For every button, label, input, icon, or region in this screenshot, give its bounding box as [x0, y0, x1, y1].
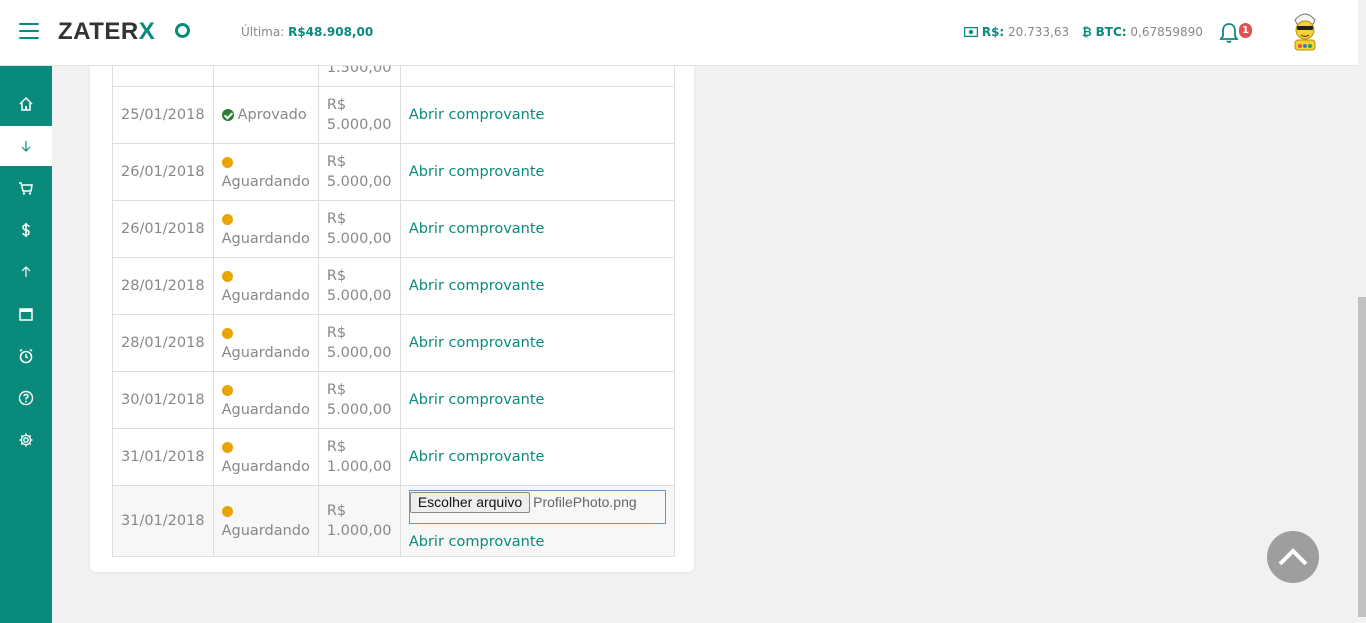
status-cell: Aguardando: [212, 371, 319, 429]
date-cell: 26/01/2018: [112, 143, 214, 201]
arrow-down-icon: [21, 141, 31, 152]
dollar-icon: [22, 223, 30, 237]
table-row: 26/01/2018 Aguardando R$ 5.000,00 Abrir c…: [112, 200, 675, 258]
choose-file-button[interactable]: Escolher arquivo: [409, 492, 531, 513]
link-cell: Abrir comprovante: [399, 428, 675, 486]
date-cell: 31/01/2018: [112, 485, 214, 557]
last-price: Última: R$48.908,00: [241, 25, 374, 39]
open-receipt-link[interactable]: Abrir comprovante: [409, 164, 545, 180]
pending-dot-icon: [221, 213, 233, 225]
logo-ring-icon: [175, 23, 190, 38]
amount-cell: R$ 5.000,00: [317, 314, 401, 372]
open-receipt-link[interactable]: Abrir comprovante: [409, 107, 545, 123]
top-bar: ZATERX Última: R$48.908,00 R$: 20.733,63…: [0, 0, 1358, 66]
sidebar-item-help[interactable]: [0, 378, 52, 418]
pending-dot-icon: [221, 384, 233, 396]
status-cell: Aguardando: [212, 143, 319, 201]
status-cell: Aguardando: [212, 314, 319, 372]
amount-cell: R$ 1.000,00: [317, 428, 401, 486]
status-cell: Aguardando: [212, 485, 319, 557]
date-cell: 28/01/2018: [112, 314, 214, 372]
scrollbar-thumb[interactable]: [1358, 297, 1366, 617]
amount-cell: R$ 5.000,00: [317, 257, 401, 315]
open-receipt-link[interactable]: Abrir comprovante: [409, 534, 545, 550]
table-row: 31/01/2018 Aguardando R$ 1.000,00 Escolhe…: [112, 485, 675, 557]
check-icon: [221, 109, 234, 121]
amount-cell: R$ 5.000,00: [317, 371, 401, 429]
link-cell: Abrir comprovante: [399, 143, 675, 201]
sidebar-item-cart[interactable]: [0, 168, 52, 208]
table-row: 25/01/2018 Aprovado R$ 5.000,00 Abrir com…: [112, 86, 675, 144]
date-cell: 31/01/2018: [112, 428, 214, 486]
notification-badge: 1: [1239, 23, 1252, 38]
link-cell: Abrir comprovante: [399, 314, 675, 372]
table-row: 26/01/2018 Aguardando R$ 5.000,00 Abrir c…: [112, 143, 675, 201]
pending-dot-icon: [221, 441, 233, 453]
link-cell: Abrir comprovante: [399, 371, 675, 429]
gear-icon: [19, 433, 33, 447]
arrow-up-icon: [21, 266, 31, 277]
amount-cell: R$ 5.000,00: [317, 86, 401, 144]
home-icon: [19, 96, 33, 111]
back-to-top-button[interactable]: [1267, 531, 1319, 583]
amount-cell: R$ 5.000,00: [317, 200, 401, 258]
sidebar-item-alarm[interactable]: [0, 336, 52, 376]
bitcoin-icon: ₿: [1082, 25, 1092, 39]
deposits-table: 1.500,00 25/01/2018 Aprovado R$ 5.000,00 …: [112, 40, 675, 557]
link-cell: Abrir comprovante: [399, 86, 675, 144]
brl-balance: R$: 20.733,63: [963, 25, 1070, 39]
table-row: 30/01/2018 Aguardando R$ 5.000,00 Abrir c…: [112, 371, 675, 429]
btc-balance-value: 0,67859890: [1130, 25, 1203, 39]
sidebar-item-home[interactable]: [0, 84, 52, 124]
file-upload-input[interactable]: Escolher arquivo ProfilePhoto.png: [408, 490, 666, 524]
open-receipt-link[interactable]: Abrir comprovante: [409, 449, 545, 465]
file-name: ProfilePhoto.png: [533, 494, 637, 510]
sidebar-item-calendar[interactable]: [0, 294, 52, 334]
open-receipt-link[interactable]: Abrir comprovante: [409, 335, 545, 351]
link-cell: Abrir comprovante: [399, 200, 675, 258]
sidebar-item-settings[interactable]: [0, 420, 52, 460]
pending-dot-icon: [221, 327, 233, 339]
status-cell: Aguardando: [212, 428, 319, 486]
last-price-value: R$48.908,00: [288, 25, 374, 39]
status-cell: Aprovado: [212, 86, 319, 144]
help-icon: [18, 390, 34, 406]
sidebar-item-deposit[interactable]: [0, 126, 52, 166]
bell-icon[interactable]: [1218, 22, 1240, 44]
date-cell: 26/01/2018: [112, 200, 214, 258]
page-scrollbar[interactable]: [1358, 0, 1366, 623]
pending-dot-icon: [221, 156, 233, 168]
cash-icon: [963, 26, 979, 38]
logo[interactable]: ZATERX: [58, 18, 155, 46]
table-row: 28/01/2018 Aguardando R$ 5.000,00 Abrir c…: [112, 314, 675, 372]
pending-dot-icon: [221, 505, 233, 517]
table-row: 31/01/2018 Aguardando R$ 1.000,00 Abrir c…: [112, 428, 675, 486]
sidebar: [0, 66, 52, 623]
amount-cell: R$ 1.000,00: [317, 485, 401, 557]
alarm-icon: [19, 348, 33, 364]
table-row: 28/01/2018 Aguardando R$ 5.000,00 Abrir c…: [112, 257, 675, 315]
chevron-up-icon: [1278, 548, 1308, 566]
link-cell: Abrir comprovante: [399, 257, 675, 315]
link-cell: Escolher arquivo ProfilePhoto.png Abrir c…: [399, 485, 675, 557]
menu-icon[interactable]: [19, 23, 39, 39]
pending-dot-icon: [221, 270, 233, 282]
amount-cell: R$ 5.000,00: [317, 143, 401, 201]
date-cell: 25/01/2018: [112, 86, 214, 144]
status-cell: Aguardando: [212, 257, 319, 315]
sidebar-item-money[interactable]: [0, 210, 52, 250]
date-cell: 30/01/2018: [112, 371, 214, 429]
cart-icon: [19, 182, 33, 195]
avatar[interactable]: [1287, 10, 1323, 54]
brl-balance-value: 20.733,63: [1008, 25, 1070, 39]
btc-balance: ₿ BTC: 0,67859890: [1082, 25, 1203, 39]
sidebar-item-withdraw[interactable]: [0, 252, 52, 292]
open-receipt-link[interactable]: Abrir comprovante: [409, 392, 545, 408]
date-cell: 28/01/2018: [112, 257, 214, 315]
open-receipt-link[interactable]: Abrir comprovante: [409, 221, 545, 237]
calendar-icon: [19, 308, 33, 321]
status-cell: Aguardando: [212, 200, 319, 258]
open-receipt-link[interactable]: Abrir comprovante: [409, 278, 545, 294]
